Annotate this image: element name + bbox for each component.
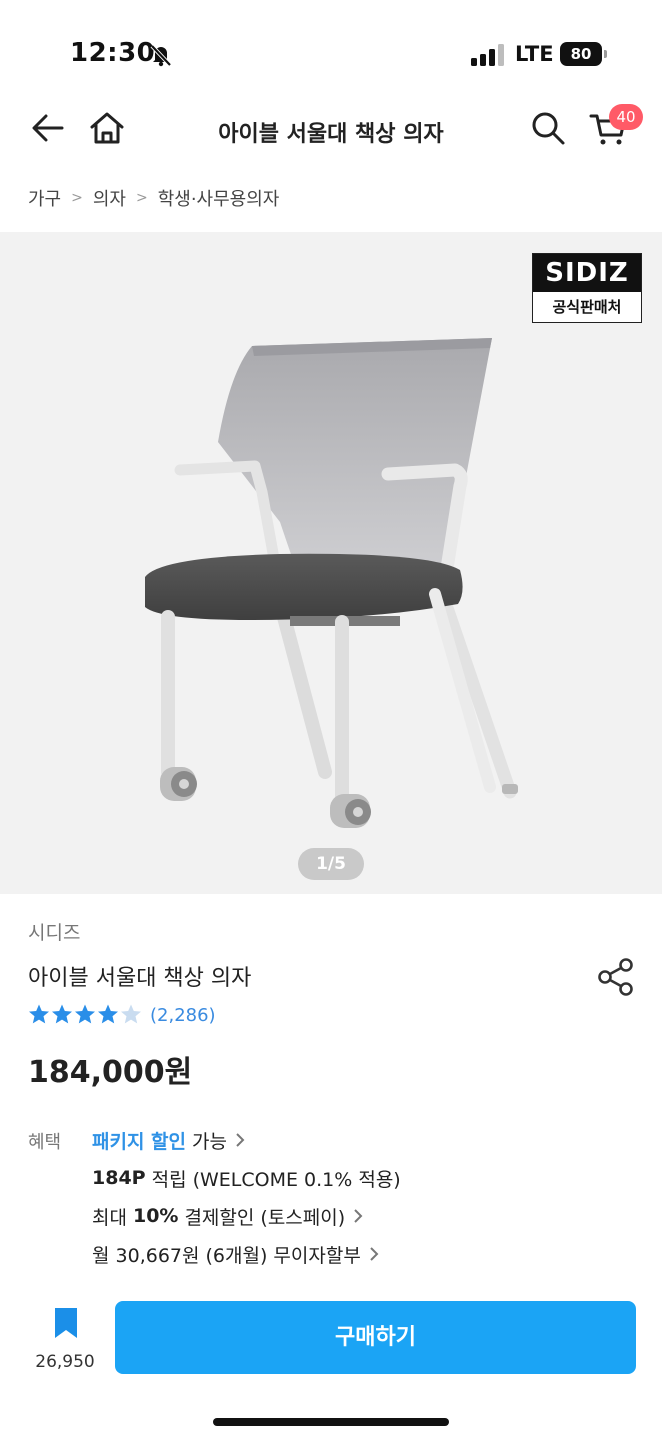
breadcrumb-item-office-chair[interactable]: 학생·사무용의자 (158, 185, 280, 211)
signal-icon (471, 44, 504, 66)
cart-count-badge: 40 (609, 104, 643, 130)
brand-logo: SIDIZ (533, 254, 641, 292)
chevron-right-icon (354, 1209, 363, 1223)
search-icon[interactable] (528, 108, 568, 148)
package-discount-row[interactable]: 패키지 할인 가능 (92, 1126, 245, 1154)
image-page-indicator: 1/5 (298, 848, 364, 880)
card-discount-row[interactable]: 최대 10% 결제할인 (토스페이) (92, 1202, 363, 1230)
max-discount-percent: 10% (132, 1205, 179, 1227)
bottom-action-bar: 26,950 구매하기 (0, 1290, 662, 1390)
official-seller-label: 공식판매처 (552, 298, 622, 316)
bell-off-icon (150, 44, 172, 67)
package-discount-link[interactable]: 패키지 할인 (92, 1127, 186, 1154)
bookmark-icon (55, 1308, 77, 1338)
breadcrumb-separator-icon: > (135, 190, 148, 206)
home-indicator (213, 1418, 449, 1426)
star-rating-icon (29, 1004, 141, 1024)
chevron-right-icon (236, 1133, 245, 1147)
points-text: 적립 (WELCOME 0.1% 적용) (151, 1168, 401, 1191)
breadcrumb-item-furniture[interactable]: 가구 (28, 185, 61, 211)
official-seller-badge: SIDIZ 공식판매처 (532, 253, 642, 323)
status-bar: 12:30 LTE 80 (0, 0, 662, 100)
breadcrumb-item-chair[interactable]: 의자 (93, 185, 126, 211)
installment-text: 월 30,667원 (6개월) 무이자할부 (92, 1244, 361, 1267)
max-discount-text: 결제할인 (토스페이) (184, 1206, 346, 1229)
battery-level: 80 (560, 42, 602, 66)
max-discount-prefix: 최대 (92, 1206, 127, 1229)
points-amount: 184P (92, 1167, 146, 1189)
share-icon[interactable] (596, 956, 636, 998)
breadcrumb: 가구 > 의자 > 학생·사무용의자 (28, 186, 279, 210)
buy-button[interactable]: 구매하기 (115, 1301, 636, 1374)
breadcrumb-separator-icon: > (71, 190, 83, 206)
battery-icon: 80 (560, 42, 608, 66)
points-row: 184P 적립 (WELCOME 0.1% 적용) (92, 1164, 401, 1192)
wishlist-button[interactable]: 26,950 (30, 1304, 100, 1374)
top-nav: 아이블 서울대 책상 의자 (0, 100, 662, 164)
wishlist-count: 26,950 (35, 1352, 95, 1372)
product-title: 아이블 서울대 책상 의자 (28, 966, 252, 991)
package-available-text: 가능 (192, 1130, 227, 1153)
product-image-gallery[interactable]: SIDIZ 공식판매처 1/5 (0, 232, 662, 894)
chevron-right-icon (370, 1247, 379, 1261)
brand-name-link[interactable]: 시디즈 (28, 918, 80, 945)
benefits-label: 혜택 (28, 1132, 62, 1153)
installment-row[interactable]: 월 30,667원 (6개월) 무이자할부 (92, 1240, 379, 1268)
product-image (145, 338, 518, 828)
product-price: 184,000원 (28, 1055, 193, 1090)
status-time: 12:30 (70, 38, 156, 68)
network-type: LTE (515, 42, 554, 66)
product-rating[interactable]: (2,286) (28, 1002, 216, 1028)
review-count[interactable]: (2,286) (150, 1005, 216, 1026)
